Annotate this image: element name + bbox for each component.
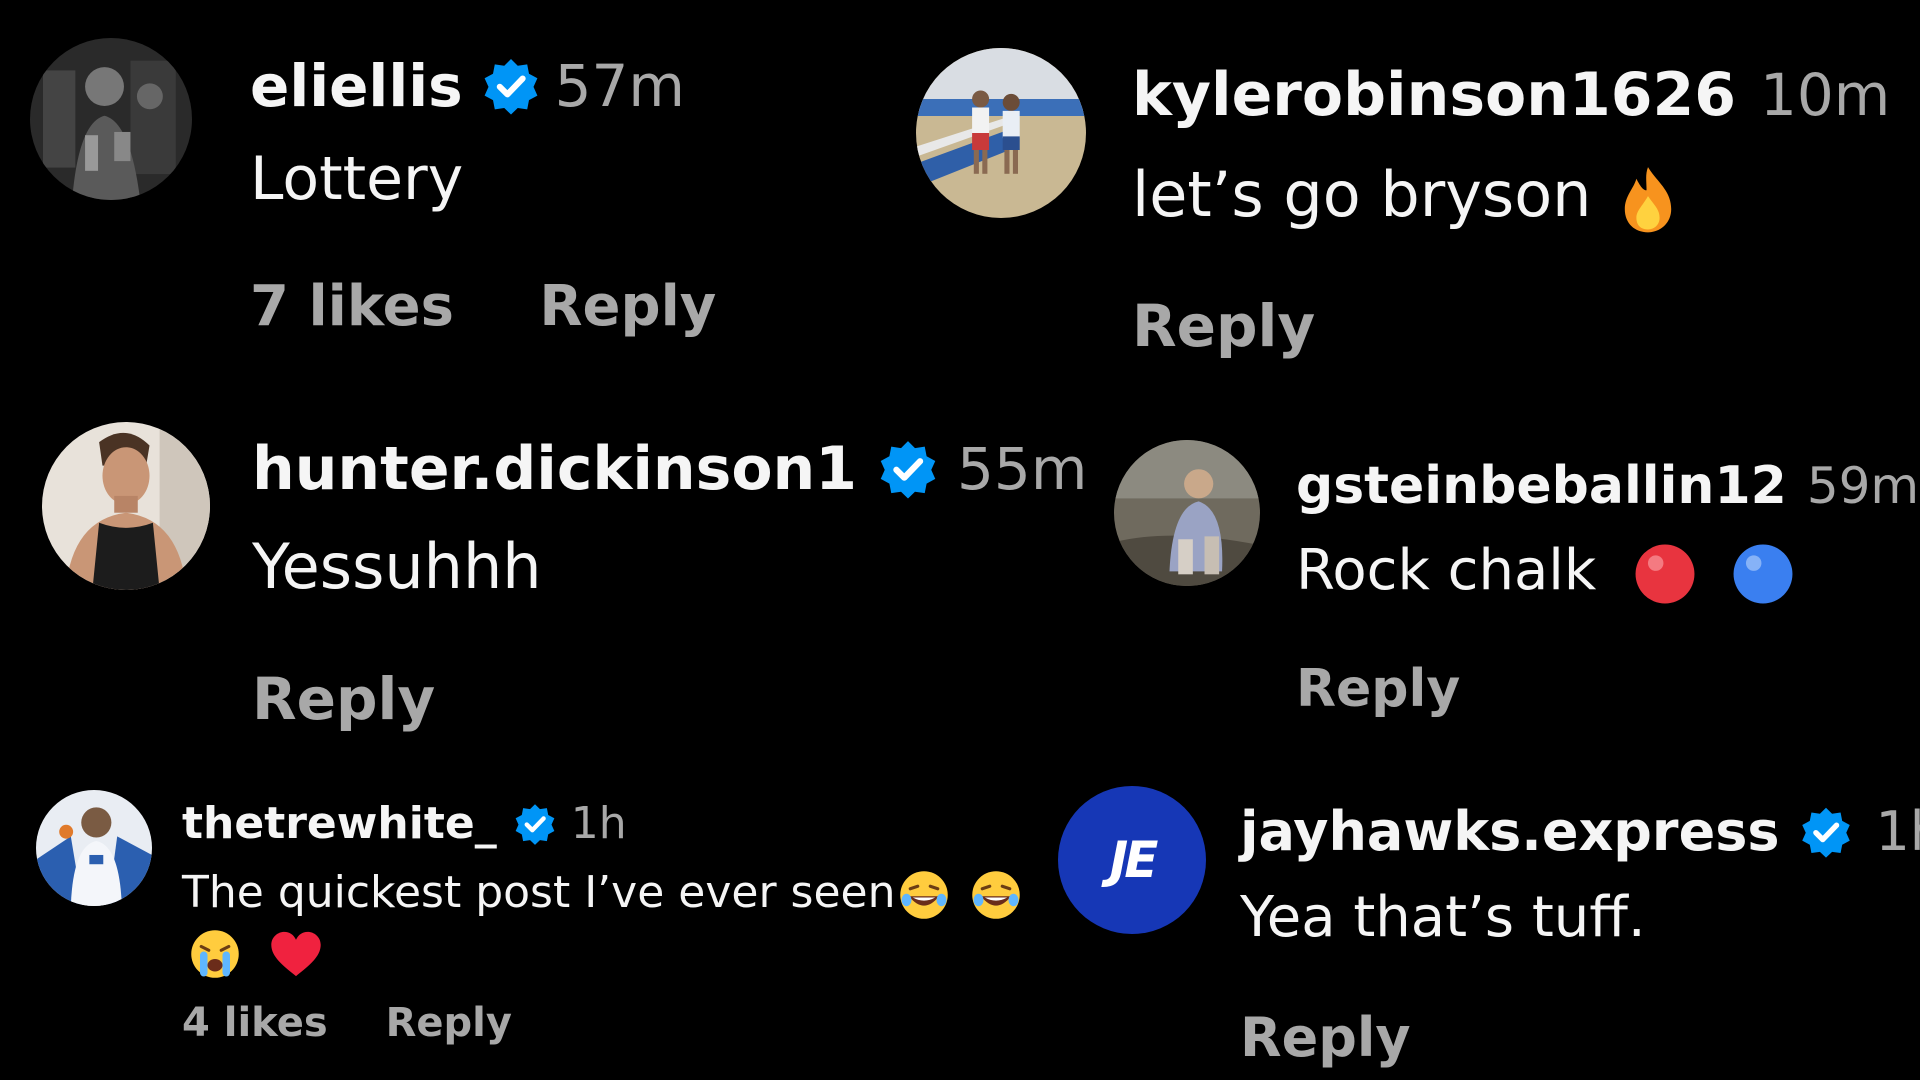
fire-emoji-icon (1619, 164, 1677, 234)
timestamp: 1h (570, 798, 627, 849)
red-circle-emoji-icon (1634, 543, 1696, 605)
comment-text: The quickest post I’ve ever seen (182, 867, 896, 918)
comment-text: Yessuhhh (252, 530, 542, 603)
verified-badge-icon (1799, 805, 1853, 859)
username[interactable]: thetrewhite_ (182, 798, 497, 849)
red-heart-emoji-icon (270, 930, 322, 978)
username[interactable]: kylerobinson1626 (1132, 60, 1736, 130)
username[interactable]: gsteinbeballin12 (1296, 456, 1787, 516)
reply-button[interactable]: Reply (252, 665, 435, 733)
reply-button[interactable]: Reply (1132, 292, 1315, 360)
timestamp: 57m (554, 52, 685, 120)
blue-circle-emoji-icon (1732, 543, 1794, 605)
user-avatar[interactable] (36, 790, 152, 906)
timestamp: 55m (957, 435, 1088, 503)
reply-button[interactable]: Reply (1240, 1006, 1411, 1069)
comment-text: Rock chalk (1296, 538, 1597, 603)
player-photo-avatar-icon (42, 422, 210, 590)
outdoor-photo-avatar-icon (1114, 440, 1260, 586)
timestamp: 10m (1759, 61, 1891, 129)
reply-button[interactable]: Reply (1296, 659, 1460, 719)
likes-count[interactable]: 7 likes (250, 274, 454, 339)
likes-count[interactable]: 4 likes (182, 1000, 328, 1046)
verified-badge-icon (481, 56, 541, 116)
user-avatar[interactable] (30, 38, 192, 200)
username[interactable]: hunter.dickinson1 (252, 434, 857, 504)
timestamp: 1h (1875, 800, 1920, 863)
user-avatar[interactable]: JE (1058, 786, 1206, 934)
basketball-court-photo-avatar-icon (916, 48, 1086, 218)
comment-text: Yea that’s tuff. (1240, 885, 1646, 950)
user-avatar[interactable] (42, 422, 210, 590)
grayscale-photo-avatar-icon (30, 38, 192, 200)
laughing-emoji-icon (899, 870, 949, 920)
reply-button[interactable]: Reply (386, 1000, 512, 1046)
username[interactable]: eliellis (250, 52, 463, 120)
timestamp: 59m (1806, 457, 1920, 515)
verified-badge-icon (513, 802, 557, 846)
reply-button[interactable]: Reply (539, 274, 716, 339)
crying-emoji-icon (190, 929, 240, 979)
jayhawks-express-logo-text: JE (1109, 831, 1159, 889)
verified-badge-icon (877, 438, 939, 500)
username[interactable]: jayhawks.express (1240, 800, 1779, 863)
user-avatar[interactable] (1114, 440, 1260, 586)
comment-text: let’s go bryson (1132, 158, 1592, 231)
laughing-emoji-icon (971, 870, 1021, 920)
user-avatar[interactable] (916, 48, 1086, 218)
comment-text: Lottery (250, 144, 464, 214)
player-photo-avatar-icon (36, 790, 152, 906)
